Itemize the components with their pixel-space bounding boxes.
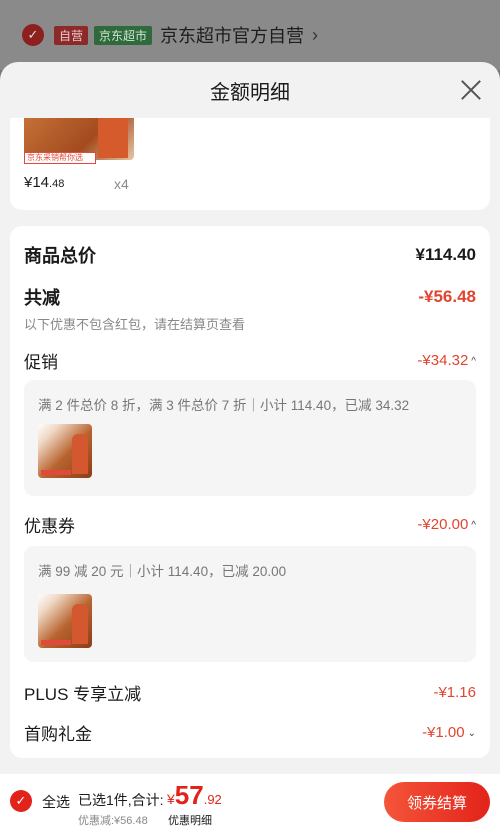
total-row: 商品总价 ¥114.40: [24, 242, 476, 268]
saved-amount: 优惠减:¥56.48: [78, 815, 148, 827]
coupon-product-thumb[interactable]: [38, 594, 92, 648]
checkout-bar: ✓ 全选 已选1件,合计: ¥57.92 优惠减:¥56.48 优惠明细 领券结…: [0, 774, 500, 831]
promotion-value: -¥34.32 ^: [417, 352, 476, 369]
selected-info: 已选1件,合计:: [78, 792, 164, 808]
discount-detail-link[interactable]: 优惠明细: [168, 812, 212, 828]
product-price: ¥14.48: [24, 174, 65, 191]
coupon-detail-box: 满 99 减 20 元｜小计 114.40，已减 20.00: [24, 546, 476, 662]
chevron-up-icon: ^: [471, 355, 476, 367]
sheet-title: 金额明细: [210, 81, 290, 104]
select-all-label[interactable]: 全选: [42, 792, 70, 812]
chaoshi-badge: 京东超市: [94, 25, 153, 45]
amount-detail-card: 商品总价 ¥114.40 共减 -¥56.48 以下优惠不包含红包，请在结算页查…: [10, 226, 490, 758]
chevron-down-icon: ⌄: [467, 727, 476, 739]
chevron-right-icon[interactable]: ›: [312, 25, 318, 46]
close-icon[interactable]: [460, 79, 482, 101]
promotion-row[interactable]: 促销 -¥34.32 ^: [24, 348, 476, 373]
promotion-product-thumb[interactable]: [38, 424, 92, 478]
plus-value: -¥1.16: [433, 684, 476, 701]
coupon-label: 优惠券: [24, 517, 75, 536]
product-card: 京东采销帮你选 ¥14.48 x4: [10, 118, 490, 210]
ziying-badge: 自营: [54, 25, 89, 45]
plus-row: PLUS 专享立减 -¥1.16: [24, 680, 476, 705]
plus-label: PLUS 专享立减: [24, 685, 142, 704]
first-gift-row[interactable]: 首购礼金 -¥1.00 ⌄: [24, 720, 476, 745]
coupon-detail-text: 满 99 减 20 元｜小计 114.40，已减 20.00: [38, 564, 287, 579]
product-tag: 京东采销帮你选: [24, 152, 96, 164]
promotion-detail-text: 满 2 件总价 8 折，满 3 件总价 7 折｜小计 114.40，已减 34.…: [38, 398, 410, 413]
discount-note: 以下优惠不包含红包，请在结算页查看: [24, 317, 246, 332]
coupon-row[interactable]: 优惠券 -¥20.00 ^: [24, 512, 476, 537]
checkout-button[interactable]: 领券结算: [384, 782, 490, 822]
store-header: ✓ 自营 京东超市 京东超市官方自营 ›: [0, 0, 500, 70]
chevron-up-icon: ^: [471, 519, 476, 531]
discount-label: 共减: [24, 288, 60, 308]
total-label: 商品总价: [24, 246, 96, 266]
coupon-value: -¥20.00 ^: [417, 516, 476, 533]
promotion-label: 促销: [24, 353, 58, 372]
select-all-check-icon[interactable]: ✓: [10, 790, 32, 812]
discount-value: -¥56.48: [418, 287, 476, 306]
amount-detail-sheet: 金额明细 京东采销帮你选 ¥14.48 x4 商品总价 ¥114.40 共减 -…: [0, 62, 500, 774]
store-name[interactable]: 京东超市官方自营: [160, 22, 304, 48]
product-quantity: x4: [114, 176, 129, 192]
first-gift-value: -¥1.00 ⌄: [422, 724, 476, 741]
first-gift-label: 首购礼金: [24, 725, 92, 744]
discount-row: 共减 -¥56.48: [24, 284, 476, 310]
total-amount: ¥57.92: [167, 780, 222, 810]
promotion-detail-box: 满 2 件总价 8 折，满 3 件总价 7 折｜小计 114.40，已减 34.…: [24, 380, 476, 496]
sheet-header: 金额明细: [0, 62, 500, 118]
store-check-icon[interactable]: ✓: [22, 24, 44, 46]
total-value: ¥114.40: [415, 245, 476, 264]
